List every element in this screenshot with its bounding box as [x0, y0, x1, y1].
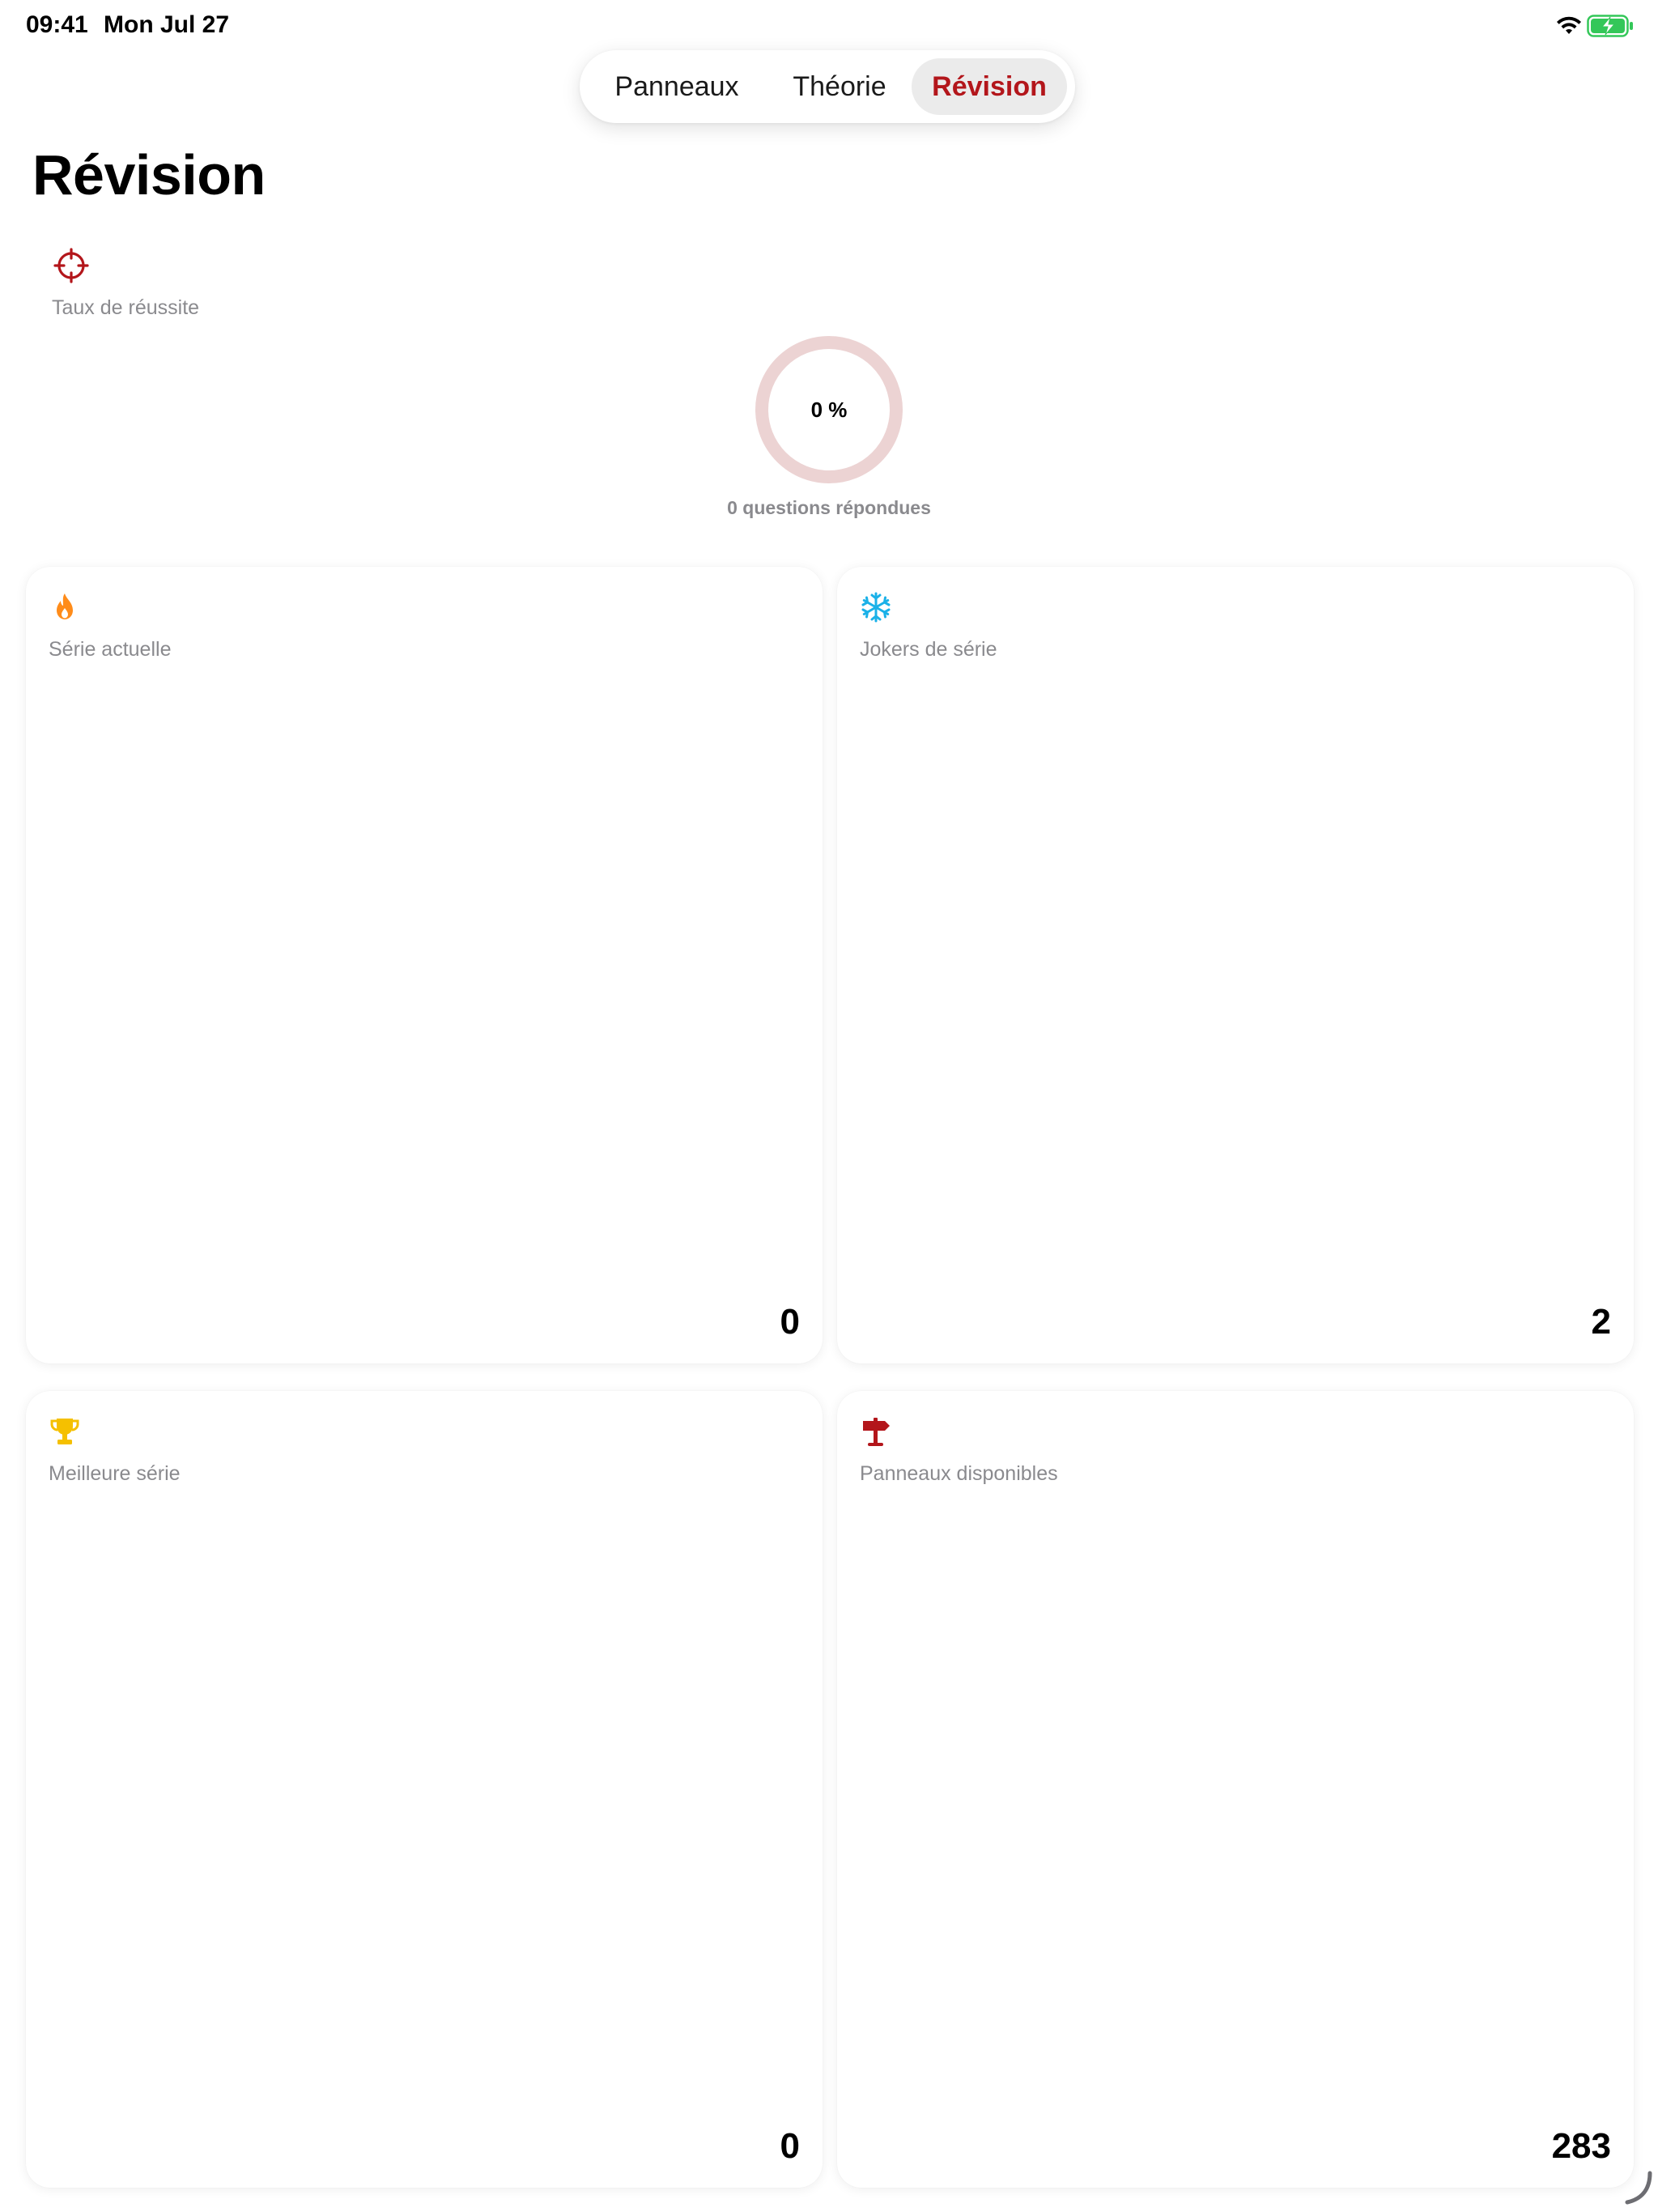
corner-indicator-icon	[1625, 2171, 1652, 2205]
tab-revision[interactable]: Révision	[912, 58, 1067, 115]
card-label: Panneaux disponibles	[860, 1462, 1058, 1485]
status-time: 09:41	[26, 11, 88, 38]
page-title: Révision	[32, 143, 266, 206]
status-bar: 09:41 Mon Jul 27	[0, 0, 1658, 52]
card-value: 0	[780, 2126, 800, 2166]
card-label: Série actuelle	[49, 638, 172, 661]
card-value: 0	[780, 1302, 800, 1342]
answered-count: 0 questions répondues	[727, 497, 931, 518]
tab-panneaux[interactable]: Panneaux	[604, 58, 750, 115]
success-rate-label: Taux de réussite	[52, 296, 200, 319]
card-value: 2	[1591, 1302, 1611, 1342]
card-label: Jokers de série	[860, 638, 997, 661]
signpost-icon	[863, 1418, 890, 1446]
snowflake-icon	[861, 592, 891, 623]
card-label: Meilleure série	[49, 1462, 181, 1485]
wifi-icon	[1557, 16, 1581, 34]
card-value: 283	[1551, 2126, 1611, 2166]
streak-jokers-card[interactable]: Jokers de série 2	[837, 567, 1634, 1363]
status-date: Mon Jul 27	[104, 11, 230, 38]
target-icon	[53, 248, 89, 283]
battery-charging-icon	[1587, 15, 1633, 37]
tab-theorie[interactable]: Théorie	[767, 58, 912, 115]
success-rate-value: 0 %	[810, 398, 848, 422]
flame-icon	[57, 593, 73, 619]
available-signs-card[interactable]: Panneaux disponibles 283	[837, 1391, 1634, 2188]
trophy-icon	[50, 1419, 79, 1444]
current-streak-card[interactable]: Série actuelle 0	[26, 567, 823, 1363]
tab-bar: Panneaux Théorie Révision	[580, 50, 1075, 123]
best-streak-card[interactable]: Meilleure série 0	[26, 1391, 823, 2188]
